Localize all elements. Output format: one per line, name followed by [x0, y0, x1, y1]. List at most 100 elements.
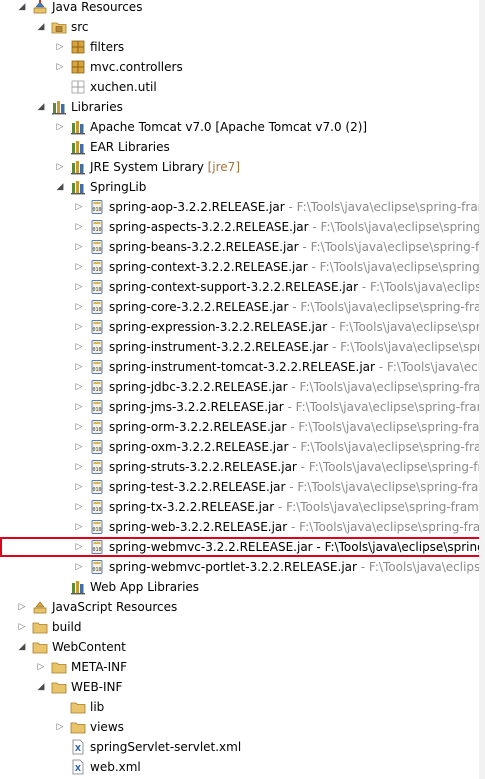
tree-item-jar[interactable]: ▷ 010 spring-webmvc-portlet-3.2.2.RELEASE.…: [0, 557, 485, 577]
tree-item-label: META-INF: [71, 660, 128, 674]
tree-item-web-inf[interactable]: ◢ WEB-INF: [0, 677, 485, 697]
tree-item-web-xml[interactable]: Xweb.xml: [0, 757, 485, 777]
folder-icon: [70, 719, 86, 735]
expand-arrow-icon[interactable]: ▷: [73, 221, 85, 233]
collapse-arrow-icon[interactable]: ◢: [35, 101, 47, 113]
tree-item-jar[interactable]: ▷ 010 spring-test-3.2.2.RELEASE.jar - F:\T…: [0, 477, 485, 497]
folder-icon: [70, 699, 86, 715]
tree-item-jar[interactable]: ▷ 010 spring-jdbc-3.2.2.RELEASE.jar - F:\T…: [0, 377, 485, 397]
tree-item-build[interactable]: ▷ build: [0, 617, 485, 637]
expand-arrow-icon[interactable]: ▷: [73, 521, 85, 533]
collapse-arrow-icon[interactable]: ◢: [54, 181, 66, 193]
expand-arrow-icon[interactable]: ▷: [73, 501, 85, 513]
library-icon: [51, 99, 67, 115]
tree-item-webcontent[interactable]: ◢ WebContent: [0, 637, 485, 657]
expand-arrow-icon[interactable]: ▷: [54, 721, 66, 733]
tree-item-jar[interactable]: ▷ 010 spring-web-3.2.2.RELEASE.jar - F:\To…: [0, 517, 485, 537]
tree-item-path: - F:\Tools\java\eclipse\sprin: [327, 320, 485, 334]
tree-item-springservlet-xml[interactable]: XspringServlet-servlet.xml: [0, 737, 485, 757]
expand-arrow-icon[interactable]: ▷: [16, 601, 28, 613]
collapse-arrow-icon[interactable]: ◢: [35, 681, 47, 693]
expand-arrow-icon[interactable]: ▷: [73, 281, 85, 293]
tree-item-jar[interactable]: ▷ 010 spring-aop-3.2.2.RELEASE.jar - F:\To…: [0, 197, 485, 217]
tree-item-springlib[interactable]: ◢ SpringLib: [0, 177, 485, 197]
svg-text:010: 010: [92, 467, 101, 473]
expand-arrow-icon[interactable]: ▷: [73, 421, 85, 433]
tree-item-jar[interactable]: ▷ 010 spring-beans-3.2.2.RELEASE.jar - F:\…: [0, 237, 485, 257]
svg-text:010: 010: [92, 487, 101, 493]
tree-item-label: Apache Tomcat v7.0 [Apache Tomcat v7.0 (…: [90, 120, 368, 134]
vertical-scrollbar[interactable]: [479, 0, 485, 779]
tree-item-jar[interactable]: ▷ 010 spring-tx-3.2.2.RELEASE.jar - F:\Too…: [0, 497, 485, 517]
tree-item-jar[interactable]: ▷ 010 spring-orm-3.2.2.RELEASE.jar - F:\To…: [0, 417, 485, 437]
tree-item-web-app-libraries[interactable]: Web App Libraries: [0, 577, 485, 597]
expand-arrow-icon[interactable]: ▷: [73, 441, 85, 453]
expand-arrow-icon[interactable]: ▷: [73, 361, 85, 373]
tree-item-label: WEB-INF: [71, 680, 123, 694]
tree-item-views[interactable]: ▷ views: [0, 717, 485, 737]
expand-arrow-icon[interactable]: ▷: [73, 481, 85, 493]
expand-arrow-icon[interactable]: ▷: [73, 541, 85, 553]
collapse-arrow-icon[interactable]: ◢: [35, 21, 47, 33]
tree-item-version: [jre7]: [203, 160, 240, 174]
folder-icon: [32, 619, 48, 635]
tree-item-jar[interactable]: ▷ 010 spring-jms-3.2.2.RELEASE.jar - F:\To…: [0, 397, 485, 417]
tree-item-path: - F:\Tools\java\eclipse\spring-fra: [296, 460, 485, 474]
tree-item-jar[interactable]: ▷ 010 spring-oxm-3.2.2.RELEASE.jar - F:\To…: [0, 437, 485, 457]
tree-item-jar[interactable]: ▷ 010 spring-context-3.2.2.RELEASE.jar - F…: [0, 257, 485, 277]
tree-item-jre-system-library[interactable]: ▷ JRE System Library [jre7]: [0, 157, 485, 177]
tree-item-label: Java Resources: [52, 0, 143, 14]
toggle-spacer: [54, 761, 66, 773]
tree-item-jar[interactable]: ▷ 010 spring-expression-3.2.2.RELEASE.jar …: [0, 317, 485, 337]
tree-item-jar[interactable]: ▷ 010 spring-core-3.2.2.RELEASE.jar - F:\T…: [0, 297, 485, 317]
tree-item-label: spring-core-3.2.2.RELEASE.jar: [109, 300, 289, 314]
tree-item-label: Libraries: [71, 100, 123, 114]
expand-arrow-icon[interactable]: ▷: [54, 61, 66, 73]
toggle-spacer: [54, 581, 66, 593]
expand-arrow-icon[interactable]: ▷: [35, 661, 47, 673]
tree-item-jar[interactable]: ▷ 010 spring-struts-3.2.2.RELEASE.jar - F:…: [0, 457, 485, 477]
toggle-spacer: [54, 81, 66, 93]
jar-icon: 010: [89, 399, 105, 415]
tree-item-spring-webmvc-jar[interactable]: ▷ 010 spring-webmvc-3.2.2.RELEASE.jar - F:…: [0, 537, 485, 557]
tree-item-lib[interactable]: lib: [0, 697, 485, 717]
expand-arrow-icon[interactable]: ▷: [54, 121, 66, 133]
expand-arrow-icon[interactable]: ▷: [73, 401, 85, 413]
expand-arrow-icon[interactable]: ▷: [73, 381, 85, 393]
expand-arrow-icon[interactable]: ▷: [73, 561, 85, 573]
tree-item-mvc-controllers[interactable]: ▷ mvc.controllers: [0, 57, 485, 77]
tree-item-jar[interactable]: ▷ 010 spring-instrument-3.2.2.RELEASE.jar …: [0, 337, 485, 357]
tree-item-jar[interactable]: ▷ 010 spring-instrument-tomcat-3.2.2.RELEA…: [0, 357, 485, 377]
project-explorer-tree: ◢ Java Resources ◢ src ▷ filters ▷ mvc.controll…: [0, 0, 485, 779]
collapse-arrow-icon[interactable]: ◢: [16, 1, 28, 13]
tree-item-label: springServlet-servlet.xml: [90, 740, 242, 754]
expand-arrow-icon[interactable]: ▷: [73, 241, 85, 253]
source-folder-icon: [51, 19, 67, 35]
jar-icon: 010: [89, 259, 105, 275]
tree-item-src[interactable]: ◢ src: [0, 17, 485, 37]
tree-item-libraries[interactable]: ◢ Libraries: [0, 97, 485, 117]
expand-arrow-icon[interactable]: ▷: [16, 621, 28, 633]
expand-arrow-icon[interactable]: ▷: [73, 261, 85, 273]
tree-item-xuchen-util[interactable]: xuchen.util: [0, 77, 485, 97]
tree-item-ear-libraries[interactable]: EAR Libraries: [0, 137, 485, 157]
expand-arrow-icon[interactable]: ▷: [73, 461, 85, 473]
expand-arrow-icon[interactable]: ▷: [73, 201, 85, 213]
tree-item-java-resources[interactable]: ◢ Java Resources: [0, 0, 485, 17]
tree-item-apache-tomcat[interactable]: ▷ Apache Tomcat v7.0 [Apache Tomcat v7.0 …: [0, 117, 485, 137]
expand-arrow-icon[interactable]: ▷: [54, 161, 66, 173]
collapse-arrow-icon[interactable]: ◢: [16, 641, 28, 653]
tree-item-filters[interactable]: ▷ filters: [0, 37, 485, 57]
tree-item-path: - F:\Tools\java\eclipse\: [358, 280, 485, 294]
jar-icon: 010: [89, 379, 105, 395]
tree-item-jar[interactable]: ▷ 010 spring-aspects-3.2.2.RELEASE.jar - F…: [0, 217, 485, 237]
expand-arrow-icon[interactable]: ▷: [73, 341, 85, 353]
jar-icon: 010: [89, 419, 105, 435]
expand-arrow-icon[interactable]: ▷: [73, 301, 85, 313]
tree-item-javascript-resources[interactable]: ▷ JavaScript Resources: [0, 597, 485, 617]
expand-arrow-icon[interactable]: ▷: [54, 41, 66, 53]
expand-arrow-icon[interactable]: ▷: [73, 321, 85, 333]
tree-item-jar[interactable]: ▷ 010 spring-context-support-3.2.2.RELEASE…: [0, 277, 485, 297]
tree-item-meta-inf[interactable]: ▷ META-INF: [0, 657, 485, 677]
tree-item-label: spring-aspects-3.2.2.RELEASE.jar: [109, 220, 309, 234]
